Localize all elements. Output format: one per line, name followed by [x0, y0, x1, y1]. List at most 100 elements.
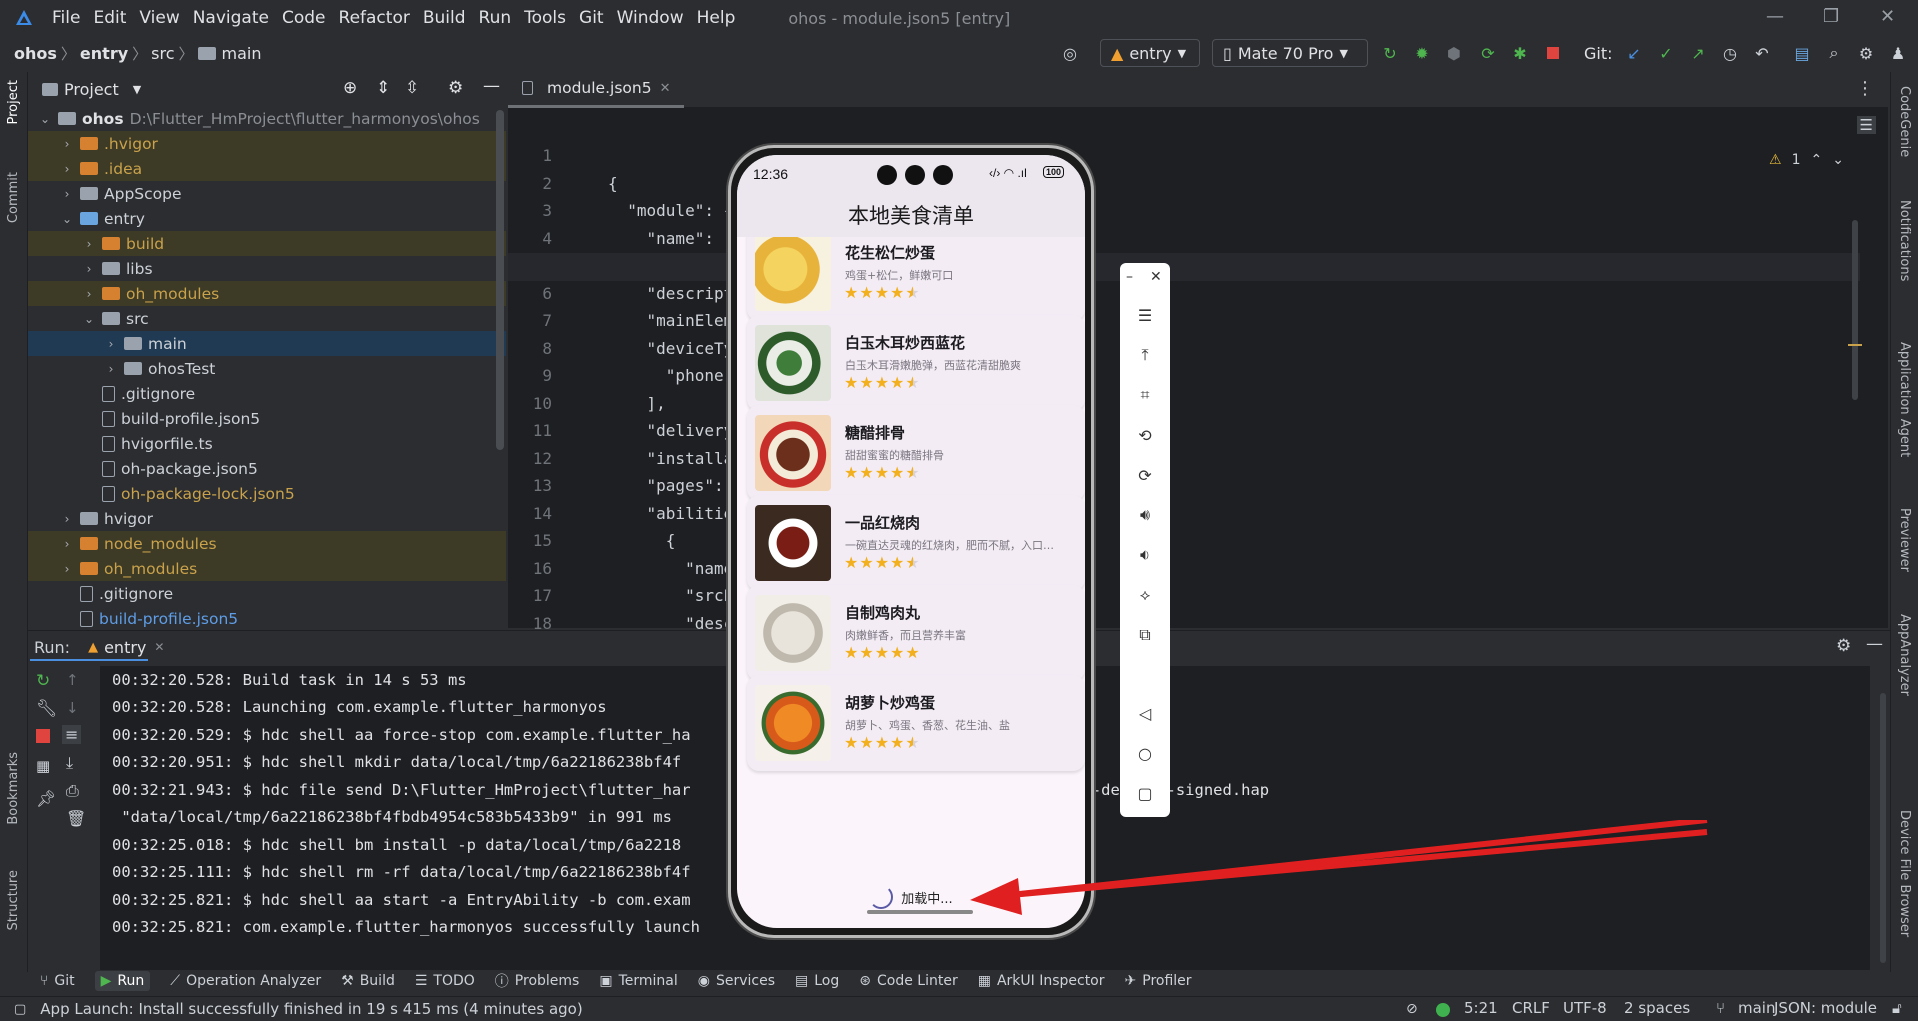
side-tab-application-agent[interactable]: Application Agent — [1897, 342, 1912, 457]
minimize-icon[interactable]: – — [1126, 269, 1133, 285]
breadcrumb-main[interactable]: main — [222, 44, 262, 63]
menu-git[interactable]: Git — [579, 8, 604, 28]
tree-item[interactable]: ⌄ ohos D:\Flutter_HmProject\flutter_harmon… — [28, 106, 506, 131]
chevron-right-icon[interactable]: › — [82, 262, 96, 276]
trash-icon[interactable]: 🗑︎ — [66, 809, 86, 828]
tree-item[interactable]: hvigorfile.ts — [28, 431, 506, 456]
scroll-to-end-icon[interactable]: ⤓ — [66, 753, 73, 773]
scroll-down-icon[interactable]: ↓ — [66, 699, 79, 717]
indent-setting[interactable]: 2 spaces — [1624, 999, 1690, 1017]
menu-view[interactable]: View — [139, 8, 179, 28]
reader-mode-icon[interactable]: ☰ — [1856, 116, 1876, 134]
tool-todo[interactable]: ☰ TODO — [415, 973, 475, 989]
side-tab-codegenie[interactable]: CodeGenie — [1897, 86, 1912, 157]
side-tab-previewer[interactable]: Previewer — [1897, 508, 1912, 572]
caret-position[interactable]: 5:21 — [1464, 999, 1498, 1017]
tool-git[interactable]: ⑂ Git — [40, 973, 75, 989]
menu-help[interactable]: Help — [697, 8, 736, 28]
tree-item[interactable]: › main — [28, 331, 506, 356]
tree-item[interactable]: › node_modules — [28, 531, 506, 556]
tree-item[interactable]: ⌄ src — [28, 306, 506, 331]
tree-item[interactable]: build-profile.json5 — [28, 406, 506, 431]
food-card[interactable]: 胡萝卜炒鸡蛋 胡萝卜、鸡蛋、香葱、花生油、盐 ★★★★★ — [747, 675, 1085, 771]
tree-item[interactable]: › oh_modules — [28, 556, 506, 581]
food-card[interactable]: 自制鸡肉丸 肉嫩鲜香，而且营养丰富 ★★★★★ — [747, 585, 1085, 681]
attach-icon[interactable]: ⬢ — [1444, 43, 1464, 63]
chevron-right-icon[interactable]: › — [60, 537, 74, 551]
rollback-icon[interactable]: ↶ — [1752, 43, 1772, 63]
volume-down-icon[interactable]: 🔉︎ — [1135, 545, 1155, 565]
no-power-save-icon[interactable]: ⊘ — [1406, 1001, 1418, 1017]
tree-item[interactable]: › hvigor — [28, 506, 506, 531]
editor-tab-module-json5[interactable]: module.json5 ✕ — [508, 72, 685, 108]
settings-icon[interactable]: ⚙ — [1836, 636, 1851, 656]
run-config-select[interactable]: ▲ entry ▼ — [1100, 39, 1200, 67]
pin-top-icon[interactable]: ⤒ — [1135, 345, 1155, 365]
tool-arkui-inspector[interactable]: ▦ ArkUI Inspector — [978, 973, 1105, 989]
debug-icon[interactable]: ✹ — [1412, 43, 1432, 63]
apply-changes-icon[interactable]: ⟳ — [1478, 43, 1498, 63]
tool-terminal[interactable]: ▣ Terminal — [599, 973, 677, 989]
device-select[interactable]: ▯ Mate 70 Pro ▼ — [1212, 39, 1368, 67]
lock-icon[interactable]: 🔓︎ — [1892, 999, 1902, 1017]
git-branch[interactable]: main — [1738, 999, 1775, 1017]
hide-panel-icon[interactable]: — — [483, 76, 500, 96]
menu-code[interactable]: Code — [282, 8, 326, 28]
hide-panel-icon[interactable]: — — [1866, 634, 1883, 654]
line-separator[interactable]: CRLF — [1512, 999, 1550, 1017]
wrench-icon[interactable]: 🔧︎ — [36, 699, 58, 719]
pin-icon[interactable]: 📌︎ — [36, 789, 56, 808]
shake-icon[interactable]: ⟡ — [1135, 585, 1155, 605]
code-area[interactable]: 12{3 "module": {4 "name": "e5 "type": "e… — [508, 142, 1888, 633]
home-indicator[interactable] — [867, 910, 973, 914]
rotate-left-icon[interactable]: ⟲ — [1135, 425, 1155, 445]
profile-icon[interactable]: ✱ — [1510, 43, 1530, 63]
tool-code-linter[interactable]: ⊛ Code Linter — [859, 973, 957, 989]
print-icon[interactable]: ⎙ — [66, 781, 79, 801]
close-icon[interactable]: ✕ — [1150, 269, 1162, 285]
json-schema[interactable]: JSON: module — [1774, 999, 1877, 1017]
tool-log[interactable]: ▤ Log — [795, 973, 839, 989]
chevron-right-icon[interactable]: › — [60, 512, 74, 526]
tree-item[interactable]: oh-package.json5 — [28, 456, 506, 481]
chevron-right-icon[interactable]: › — [60, 562, 74, 576]
history-icon[interactable]: ◷ — [1720, 43, 1740, 63]
project-structure-icon[interactable]: ▤ — [1792, 43, 1812, 63]
breadcrumb-src[interactable]: src — [151, 44, 174, 63]
project-panel-title[interactable]: Project — [64, 80, 119, 99]
menu-build[interactable]: Build — [423, 8, 466, 28]
console-scrollbar[interactable] — [1880, 693, 1886, 963]
chevron-right-icon[interactable]: › — [60, 162, 74, 176]
menu-refactor[interactable]: Refactor — [339, 8, 410, 28]
tree-item[interactable]: .gitignore — [28, 381, 506, 406]
git-push-icon[interactable]: ↗ — [1688, 43, 1708, 63]
volume-up-icon[interactable]: 🔊︎ — [1135, 505, 1155, 525]
tool-build[interactable]: ⚒ Build — [341, 973, 395, 989]
menu-navigate[interactable]: Navigate — [193, 8, 269, 28]
collapse-all-icon[interactable]: ⇳ — [405, 78, 419, 98]
chevron-down-icon[interactable]: ⌄ — [82, 312, 96, 326]
file-encoding[interactable]: UTF-8 — [1563, 999, 1607, 1017]
home-icon[interactable]: ○ — [1135, 743, 1155, 763]
layout-toggle-icon[interactable]: ▢ — [14, 1002, 26, 1017]
tool-problems[interactable]: ⓘ Problems — [495, 971, 580, 991]
chevron-right-icon[interactable]: › — [104, 337, 118, 351]
close-tab-icon[interactable]: ✕ — [154, 640, 164, 654]
menu-tools[interactable]: Tools — [524, 8, 566, 28]
chevron-right-icon[interactable]: › — [60, 187, 74, 201]
chevron-right-icon[interactable]: › — [104, 362, 118, 376]
layout-icon[interactable]: ▦ — [36, 757, 50, 775]
expand-all-icon[interactable]: ⇕ — [376, 78, 390, 98]
back-icon[interactable]: ◁ — [1135, 703, 1155, 723]
tree-item[interactable]: › AppScope — [28, 181, 506, 206]
tree-item[interactable]: › libs — [28, 256, 506, 281]
menu-icon[interactable]: ☰ — [1135, 305, 1155, 325]
chevron-down-icon[interactable]: ⌄ — [60, 212, 74, 226]
tool-operation-analyzer[interactable]: ⟋ Operation Analyzer — [170, 973, 321, 989]
tree-item[interactable]: › ohosTest — [28, 356, 506, 381]
git-commit-icon[interactable]: ✓ — [1656, 43, 1676, 63]
tree-item[interactable]: build-profile.json5 — [28, 606, 506, 631]
tree-item[interactable]: › build — [28, 231, 506, 256]
food-card[interactable]: 白玉木耳炒西蓝花 白玉木耳滑嫩脆弹，西蓝花清甜脆爽 ★★★★★ — [747, 315, 1085, 411]
rerun-icon[interactable]: ↻ — [36, 671, 50, 691]
